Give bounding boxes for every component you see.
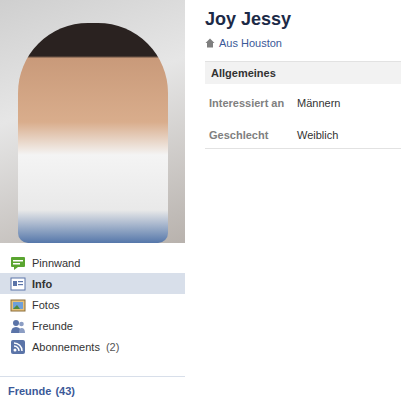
nav-label: Fotos [32,299,60,311]
nav-item[interactable]: Fotos [0,294,185,315]
feed-icon [10,339,26,355]
profile-page: Pinnwand Info Fotos Freunde Abonnements … [0,0,401,402]
nav-item[interactable]: Info [0,273,185,294]
profile-name[interactable]: Joy Jessy [205,8,401,30]
friends-count: (43) [55,385,75,397]
info-label: Geschlecht [209,128,291,142]
house-icon [205,38,215,48]
nav-count: (2) [106,341,119,353]
info-value: Weiblich [297,128,338,142]
hometown: Aus Houston [205,37,401,49]
friends-heading[interactable]: Freunde (43) [0,376,185,397]
nav-item[interactable]: Freunde [0,315,185,336]
nav-label: Pinnwand [32,257,80,269]
nav-label: Abonnements [32,341,100,353]
info-icon [10,276,26,292]
left-column: Pinnwand Info Fotos Freunde Abonnements … [0,0,185,402]
nav-item[interactable]: Abonnements (2) [0,336,185,357]
info-label: Interessiert an [209,96,291,110]
info-value: Männern [297,96,340,110]
friends-label: Freunde [8,385,51,397]
nav-item[interactable]: Pinnwand [0,252,185,273]
profile-main: Joy Jessy Aus Houston Allgemeines Intere… [185,0,401,402]
info-row: Geschlecht Weiblich [205,116,401,148]
hometown-text: Aus Houston [219,37,282,49]
photos-icon [10,297,26,313]
profile-photo[interactable] [0,0,185,243]
info-title: Allgemeines [205,61,401,84]
photo-figure [18,23,168,243]
wall-icon [10,255,26,271]
nav-label: Info [32,278,52,290]
info-row: Interessiert an Männern [205,84,401,116]
profile-nav: Pinnwand Info Fotos Freunde Abonnements … [0,252,185,357]
nav-label: Freunde [32,320,73,332]
info-section: Allgemeines Interessiert an MännernGesch… [205,61,401,149]
friends-icon [10,318,26,334]
